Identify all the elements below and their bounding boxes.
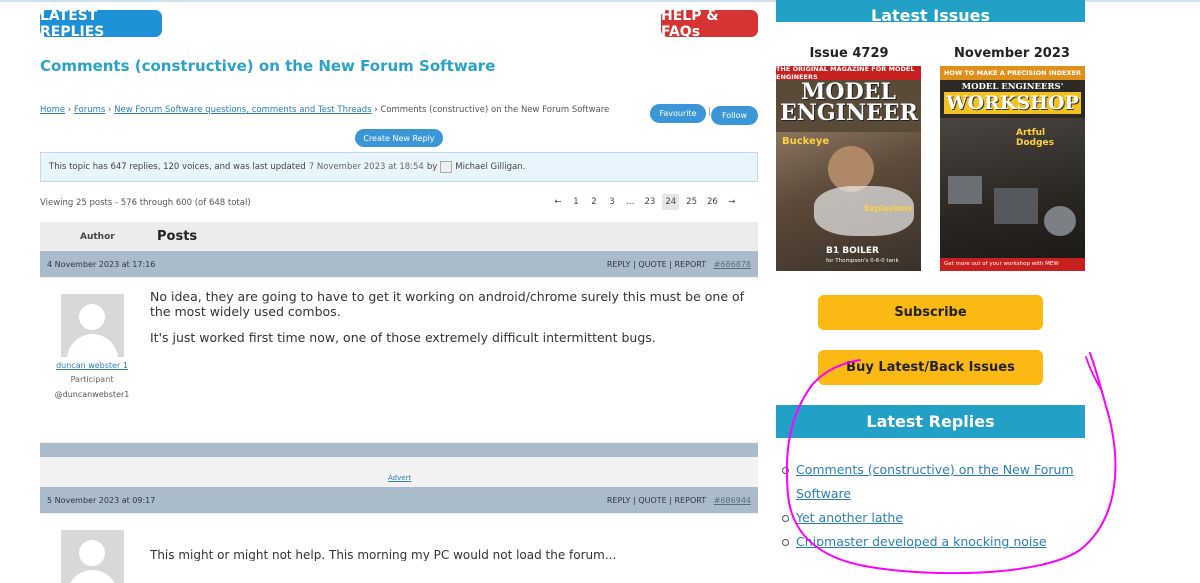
page-number[interactable]: 24 — [662, 194, 680, 210]
page-number[interactable]: 25 — [683, 194, 700, 210]
page-number[interactable]: 26 — [704, 194, 721, 210]
cover-banner: THE ORIGINAL MAGAZINE FOR MODEL ENGINEER… — [776, 66, 921, 81]
next-page-button[interactable]: → — [725, 194, 739, 210]
viewing-count: Viewing 25 posts - 576 through 600 (of 6… — [40, 198, 251, 208]
favourite-button[interactable]: Favourite — [650, 104, 706, 123]
breadcrumb: Home › Forums › New Forum Software quest… — [40, 105, 609, 115]
notice-user-link[interactable]: Michael Gilligan. — [455, 162, 525, 172]
list-item: Yet another lathe — [781, 506, 1081, 530]
latest-replies-list: Comments (constructive) on the New Forum… — [781, 458, 1081, 554]
post-header-bar: 4 November 2023 at 17:16 REPLY | QUOTE |… — [40, 251, 758, 277]
list-item: Comments (constructive) on the New Forum… — [781, 458, 1081, 506]
cover-headline: Artful Dodges — [1016, 128, 1054, 148]
posts-table: Author Posts 4 November 2023 at 17:16 RE… — [40, 222, 758, 583]
latest-reply-link[interactable]: Comments (constructive) on the New Forum… — [796, 462, 1074, 501]
post-actions: REPLY | QUOTE | REPORT #686944 — [607, 496, 751, 505]
topic-notice: This topic has 647 replies, 120 voices, … — [40, 152, 758, 182]
page-number[interactable]: 2 — [587, 194, 601, 210]
avatar[interactable] — [60, 530, 124, 583]
post-actions: REPLY | QUOTE | REPORT #686878 — [607, 260, 751, 269]
breadcrumb-separator: › — [108, 105, 112, 115]
breadcrumb-separator: › — [67, 105, 72, 115]
cover-masthead: MODEL ENGINEER — [780, 79, 918, 126]
model-engineers-workshop-cover[interactable]: HOW TO MAKE A PRECISION INDEXER MODEL EN… — [940, 66, 1085, 271]
follow-button[interactable]: Follow — [711, 106, 758, 125]
cover-headline: B1 BOILER — [826, 246, 879, 256]
post-action-links[interactable]: REPLY | QUOTE | REPORT — [607, 496, 706, 505]
subscribe-button[interactable]: Subscribe — [818, 295, 1043, 330]
author-role: Participant — [70, 375, 114, 384]
pagination: ← 1 2 3… 23 24 25 26 → — [551, 194, 739, 210]
post-action-links[interactable]: REPLY | QUOTE | REPORT — [607, 260, 706, 269]
author-column-header: Author — [80, 232, 115, 242]
page-number[interactable]: 23 — [642, 194, 659, 210]
post-paragraph: No idea, they are going to have to get i… — [150, 289, 745, 319]
post-permalink[interactable]: #686944 — [714, 496, 751, 505]
topic-title: Comments (constructive) on the New Forum… — [40, 57, 496, 75]
breadcrumb-home-link[interactable]: Home — [40, 105, 65, 115]
user-avatar-icon — [440, 161, 453, 173]
post-paragraph: It's just worked first time now, one of … — [150, 330, 656, 345]
breadcrumb-forum-link[interactable]: New Forum Software questions, comments a… — [114, 105, 371, 115]
cover-footer: Get more out of your workshop with MEW — [944, 261, 1059, 267]
author-name-link[interactable]: duncan webster 1 — [48, 361, 136, 370]
page-number[interactable]: 1 — [569, 194, 583, 210]
cover-banner: HOW TO MAKE A PRECISION INDEXER — [940, 66, 1085, 80]
avatar[interactable] — [60, 294, 124, 357]
breadcrumb-current: Comments (constructive) on the New Forum… — [380, 105, 610, 115]
cover-headline: for Thompson's 0-6-0 tank — [826, 258, 899, 264]
author-handle: @duncanwebster1 — [54, 390, 130, 399]
latest-replies-button[interactable]: LATEST REPLIES — [40, 8, 162, 40]
latest-reply-link[interactable]: Chipmaster developed a knocking noise — [796, 534, 1047, 549]
pagination-ellipsis: … — [626, 197, 635, 207]
post-date: 4 November 2023 at 17:16 — [47, 260, 156, 269]
cover-headline: Buckeye — [782, 136, 830, 147]
post-permalink[interactable]: #686878 — [714, 260, 751, 269]
post-content: No idea, they are going to have to get i… — [150, 289, 750, 346]
latest-replies-heading: Latest Replies — [776, 405, 1085, 438]
cover-headline: Explosions — [864, 204, 913, 213]
advert-strip — [40, 443, 758, 457]
breadcrumb-forums-link[interactable]: Forums — [74, 105, 105, 115]
post-date: 5 November 2023 at 09:17 — [47, 496, 156, 505]
prev-page-button[interactable]: ← — [551, 194, 565, 210]
latest-reply-link[interactable]: Yet another lathe — [796, 510, 903, 525]
buy-issues-button[interactable]: Buy Latest/Back Issues — [818, 350, 1043, 385]
issue-label: Issue 4729 — [809, 46, 889, 61]
notice-text: This topic has 647 replies, 120 voices, … — [49, 162, 306, 172]
post-author: duncan webster 1 Participant @duncanwebs… — [55, 294, 129, 399]
post-author — [60, 530, 124, 583]
help-faqs-button[interactable]: HELP & FAQs — [661, 8, 758, 40]
posts-column-header: Posts — [157, 229, 198, 244]
post-header-bar: 5 November 2023 at 09:17 REPLY | QUOTE |… — [40, 487, 758, 513]
create-new-reply-button[interactable]: Create New Reply — [355, 129, 443, 147]
cover-masthead: WORKSHOP — [944, 92, 1081, 114]
list-item: Chipmaster developed a knocking noise — [781, 530, 1081, 554]
breadcrumb-separator: › — [374, 105, 378, 115]
post-content-preview: This might or might not help. This morni… — [150, 548, 617, 561]
model-engineer-cover[interactable]: THE ORIGINAL MAGAZINE FOR MODEL ENGINEER… — [776, 66, 921, 271]
notice-by: by — [426, 162, 438, 172]
latest-issues-heading: Latest Issues — [776, 0, 1085, 22]
cover-masthead-top: MODEL ENGINEERS' — [961, 82, 1064, 92]
page-number[interactable]: 3 — [605, 194, 619, 210]
notice-updated-link[interactable]: 7 November 2023 at 18:54 — [309, 162, 424, 172]
advert-link[interactable]: Advert — [388, 474, 411, 482]
issue-label: November 2023 — [954, 46, 1070, 61]
posts-table-header: Author Posts — [40, 222, 758, 250]
